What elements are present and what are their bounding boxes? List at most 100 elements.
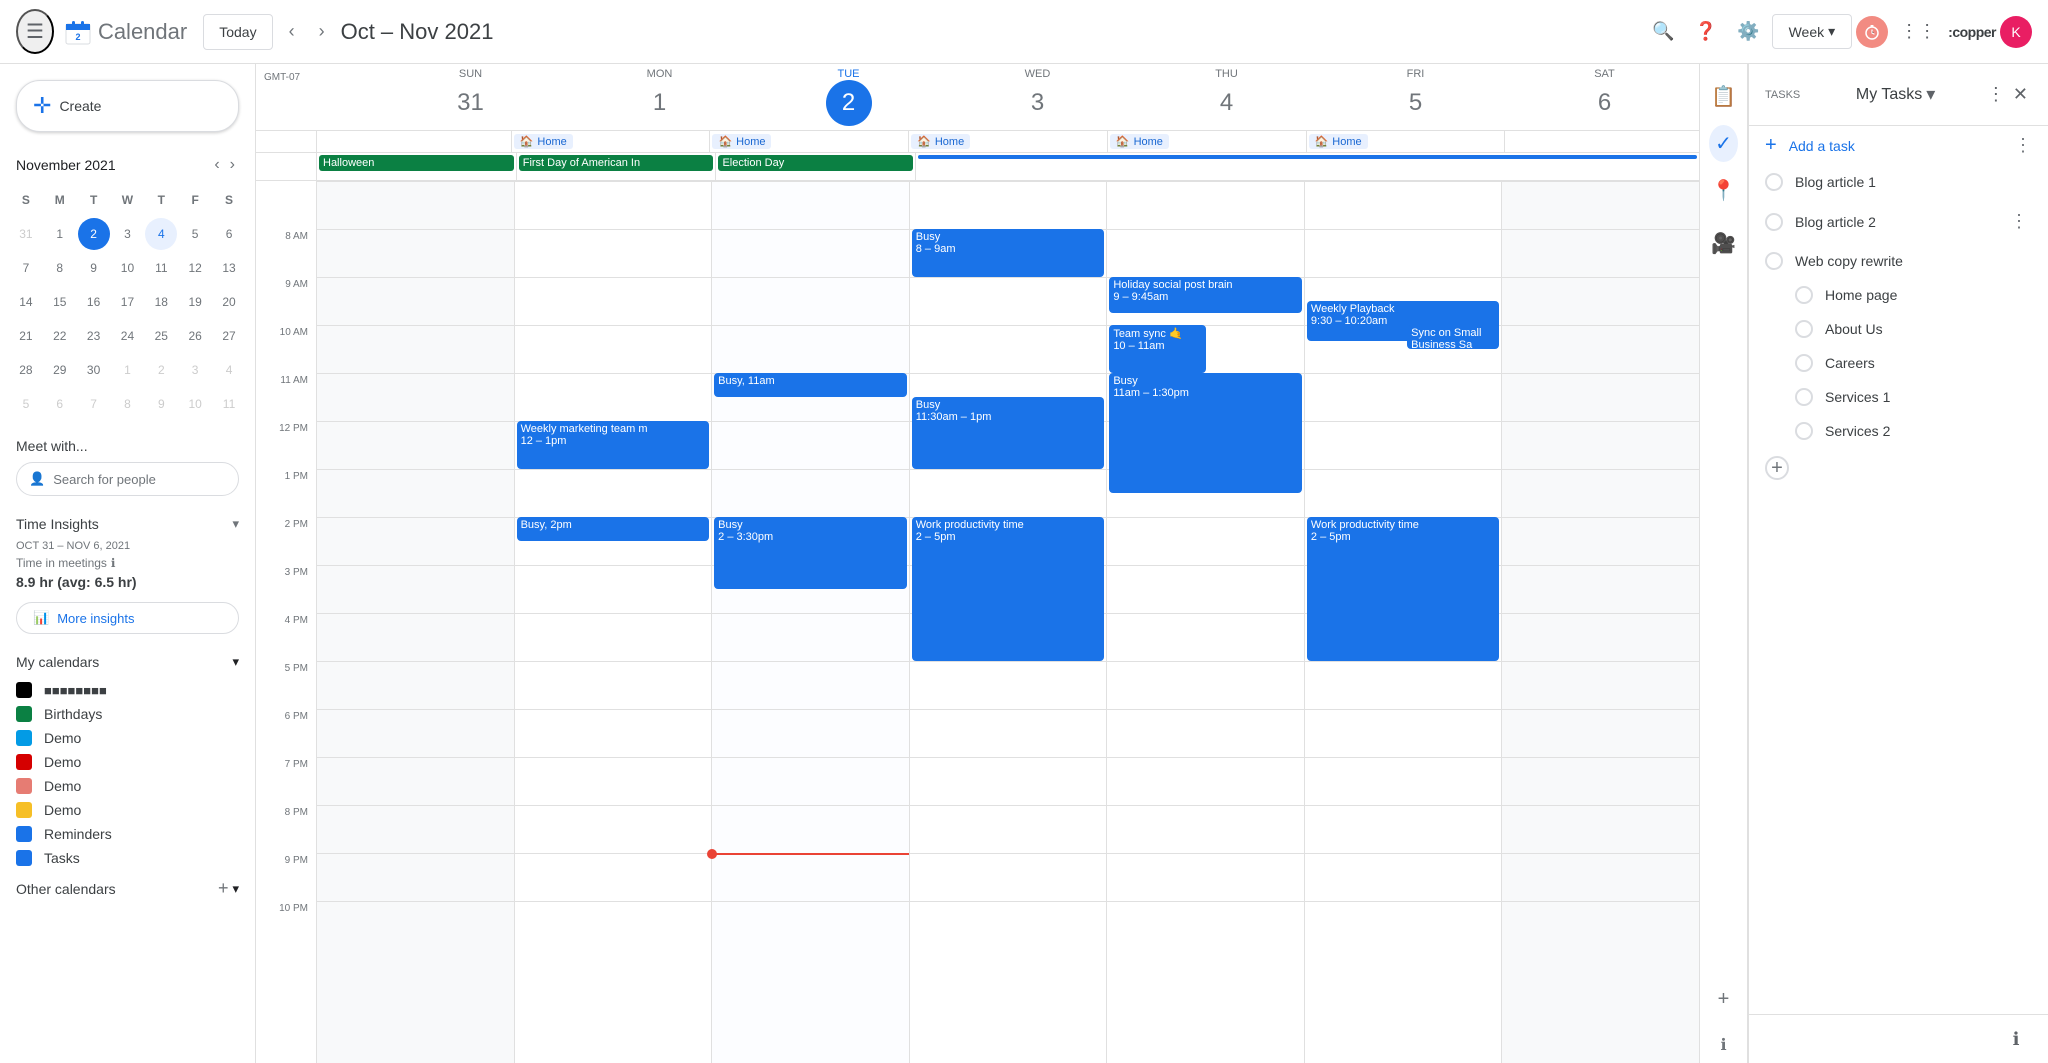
- search-people-input[interactable]: 👤 Search for people: [16, 462, 239, 496]
- calendar-item-tasks[interactable]: Tasks: [0, 846, 255, 870]
- mini-cal-day[interactable]: 4: [213, 354, 245, 386]
- task-item-home-page[interactable]: Home page: [1749, 278, 2048, 312]
- task-radio-services-2[interactable]: [1795, 422, 1813, 440]
- day-col-tue[interactable]: Busy, 11am Busy 2 – 3:30pm: [711, 181, 909, 1063]
- day-number-4[interactable]: 4: [1204, 80, 1250, 126]
- create-button[interactable]: ✛ Create: [16, 80, 239, 132]
- event-holiday-social[interactable]: Holiday social post brain 9 – 9:45am: [1109, 277, 1302, 313]
- mini-cal-day[interactable]: 1: [112, 354, 144, 386]
- day-header-sat[interactable]: SAT 6: [1510, 64, 1699, 130]
- mini-cal-day[interactable]: 7: [10, 252, 42, 284]
- task-radio-blog-2[interactable]: [1765, 213, 1783, 231]
- mini-cal-day[interactable]: 6: [44, 388, 76, 420]
- mini-cal-day[interactable]: 9: [145, 388, 177, 420]
- mini-cal-day[interactable]: 23: [78, 320, 110, 352]
- tasks-side-icon-calendar[interactable]: 📋: [1711, 72, 1736, 121]
- calendar-checkbox[interactable]: [16, 826, 32, 842]
- mini-cal-day[interactable]: 19: [179, 286, 211, 318]
- mini-cal-day[interactable]: 18: [145, 286, 177, 318]
- all-day-event-first-day[interactable]: First Day of American In: [519, 155, 714, 171]
- mini-cal-day[interactable]: 10: [112, 252, 144, 284]
- task-item-services-2[interactable]: Services 2: [1749, 414, 2048, 448]
- task-item-blog-article-2[interactable]: Blog article 2 ⋮: [1749, 199, 2048, 244]
- mini-cal-prev[interactable]: ‹: [210, 152, 223, 178]
- mini-cal-day[interactable]: 7: [78, 388, 110, 420]
- event-work-prod-fri[interactable]: Work productivity time 2 – 5pm: [1307, 517, 1500, 661]
- all-day-event-halloween[interactable]: Halloween: [319, 155, 514, 171]
- day-number-1[interactable]: 1: [637, 80, 683, 126]
- day-col-wed[interactable]: Busy 8 – 9am Busy 11:30am – 1pm Work pro…: [909, 181, 1107, 1063]
- mini-cal-day[interactable]: 16: [78, 286, 110, 318]
- calendar-item-my-calendar[interactable]: ■■■■■■■■: [0, 678, 255, 702]
- tasks-close-button[interactable]: ✕: [2009, 80, 2032, 109]
- add-task-more-icon[interactable]: ⋮: [2014, 135, 2032, 156]
- add-task-row[interactable]: + Add a task ⋮: [1749, 126, 2048, 165]
- event-busy-11-130pm[interactable]: Busy 11am – 1:30pm: [1109, 373, 1302, 493]
- day-number-6[interactable]: 6: [1582, 80, 1628, 126]
- mini-cal-day[interactable]: 26: [179, 320, 211, 352]
- event-busy-11am-tue[interactable]: Busy, 11am: [714, 373, 907, 397]
- event-sync-small-biz[interactable]: Sync on Small Business Sa: [1407, 325, 1499, 349]
- mini-cal-day[interactable]: 21: [10, 320, 42, 352]
- task-radio-blog-1[interactable]: [1765, 173, 1783, 191]
- mini-cal-day[interactable]: 10: [179, 388, 211, 420]
- event-busy-1130-1pm[interactable]: Busy 11:30am – 1pm: [912, 397, 1105, 469]
- mini-cal-day[interactable]: 22: [44, 320, 76, 352]
- avatar[interactable]: K: [2000, 16, 2032, 48]
- today-button[interactable]: Today: [203, 14, 272, 50]
- mini-cal-next[interactable]: ›: [226, 152, 239, 178]
- day-header-tue[interactable]: TUE 2: [754, 64, 943, 130]
- event-busy-2pm-mon[interactable]: Busy, 2pm: [517, 517, 710, 541]
- calendar-item-demo-4[interactable]: Demo: [0, 798, 255, 822]
- mini-cal-day[interactable]: 3: [179, 354, 211, 386]
- calendar-checkbox[interactable]: [16, 778, 32, 794]
- all-day-event-span[interactable]: [918, 155, 1697, 159]
- day-header-wed[interactable]: WED 3: [943, 64, 1132, 130]
- task-item-careers[interactable]: Careers: [1749, 346, 2048, 380]
- task-item-web-copy[interactable]: Web copy rewrite: [1749, 244, 2048, 278]
- mini-cal-day-today[interactable]: 2: [78, 218, 110, 250]
- mini-cal-day[interactable]: 28: [10, 354, 42, 386]
- hamburger-menu[interactable]: ☰: [16, 9, 54, 54]
- day-number-31[interactable]: 31: [448, 80, 494, 126]
- home-chip-fri[interactable]: 🏠 Home: [1309, 134, 1368, 149]
- mini-cal-day[interactable]: 31: [10, 218, 42, 250]
- day-header-sun[interactable]: SUN 31: [376, 64, 565, 130]
- event-busy-8-9am-wed[interactable]: Busy 8 – 9am: [912, 229, 1105, 277]
- time-insights-header[interactable]: Time Insights ▾: [0, 508, 255, 540]
- day-col-thu[interactable]: Holiday social post brain 9 – 9:45am Tea…: [1106, 181, 1304, 1063]
- mini-cal-day[interactable]: 20: [213, 286, 245, 318]
- mini-cal-day[interactable]: 12: [179, 252, 211, 284]
- calendar-checkbox[interactable]: [16, 706, 32, 722]
- tasks-side-icon-add[interactable]: +: [1718, 976, 1730, 1023]
- view-selector[interactable]: Week ▾: [1772, 14, 1853, 49]
- prev-nav-button[interactable]: ‹: [281, 13, 303, 50]
- tasks-side-icon-tasks[interactable]: ✓: [1709, 125, 1738, 162]
- mini-cal-day[interactable]: 17: [112, 286, 144, 318]
- home-chip-tue[interactable]: 🏠 Home: [712, 134, 771, 149]
- mini-cal-day[interactable]: 29: [44, 354, 76, 386]
- calendar-checkbox[interactable]: [16, 802, 32, 818]
- mini-cal-day[interactable]: 14: [10, 286, 42, 318]
- calendar-checkbox[interactable]: [16, 850, 32, 866]
- tasks-side-icon-info[interactable]: ℹ: [1720, 1027, 1726, 1063]
- day-number-3[interactable]: 3: [1015, 80, 1061, 126]
- add-subtask-icon[interactable]: +: [1765, 456, 1789, 480]
- task-radio-services-1[interactable]: [1795, 388, 1813, 406]
- task-radio-about-us[interactable]: [1795, 320, 1813, 338]
- calendar-item-demo-2[interactable]: Demo: [0, 750, 255, 774]
- tasks-info-button[interactable]: ℹ: [2000, 1023, 2032, 1055]
- calendar-checkbox[interactable]: [16, 682, 32, 698]
- settings-button[interactable]: ⚙️: [1729, 13, 1767, 50]
- next-nav-button[interactable]: ›: [311, 13, 333, 50]
- mini-cal-day[interactable]: 8: [112, 388, 144, 420]
- day-header-thu[interactable]: THU 4: [1132, 64, 1321, 130]
- task-radio-home-page[interactable]: [1795, 286, 1813, 304]
- mini-cal-day[interactable]: 27: [213, 320, 245, 352]
- event-team-sync[interactable]: Team sync 🤙 10 – 11am: [1109, 325, 1205, 373]
- mini-cal-day-highlight[interactable]: 4: [145, 218, 177, 250]
- timer-icon[interactable]: [1856, 16, 1888, 48]
- add-subtask-row[interactable]: +: [1749, 448, 2048, 488]
- search-button[interactable]: 🔍: [1644, 13, 1682, 50]
- tasks-side-icon-video[interactable]: 🎥: [1711, 219, 1736, 268]
